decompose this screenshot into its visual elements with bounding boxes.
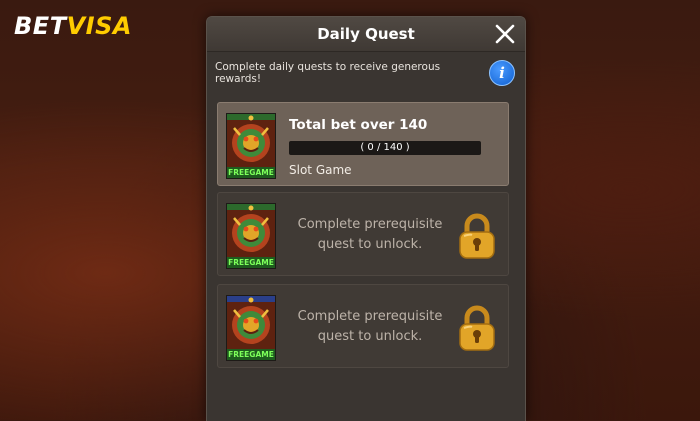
daily-quest-dialog: Daily Quest Complete daily quests to rec… bbox=[206, 16, 526, 421]
info-icon: i bbox=[499, 64, 505, 82]
dialog-title: Daily Quest bbox=[317, 25, 415, 43]
info-button[interactable]: i bbox=[489, 60, 515, 86]
description-row: Complete daily quests to receive generou… bbox=[207, 52, 525, 102]
close-icon bbox=[495, 24, 515, 44]
quest-title: Total bet over 140 bbox=[289, 117, 428, 133]
logo-part-visa: VISA bbox=[66, 12, 132, 40]
quest-category: Slot Game bbox=[289, 163, 352, 177]
logo-part-bet: BET bbox=[14, 12, 67, 40]
freegame-badge: FREEGAME bbox=[227, 167, 275, 178]
quest-card-locked[interactable]: FREEGAME Complete prerequisite quest to … bbox=[217, 284, 509, 368]
quest-progress-text: ( 0 / 140 ) bbox=[360, 142, 410, 153]
freegame-badge: FREEGAME bbox=[227, 349, 275, 360]
dragon-slot-icon bbox=[227, 296, 275, 349]
betvisa-logo: BETVISA bbox=[14, 14, 132, 38]
quest-thumbnail: FREEGAME bbox=[226, 203, 276, 269]
close-button[interactable] bbox=[495, 23, 515, 45]
dialog-header: Daily Quest bbox=[207, 17, 525, 52]
quest-progress-bar: ( 0 / 140 ) bbox=[289, 141, 481, 155]
locked-message: Complete prerequisite quest to unlock. bbox=[297, 309, 443, 344]
lock-icon bbox=[459, 305, 495, 351]
quest-card-active[interactable]: FREEGAME Total bet over 140 ( 0 / 140 ) … bbox=[217, 102, 509, 186]
freegame-badge: FREEGAME bbox=[227, 257, 275, 268]
dragon-slot-icon bbox=[227, 114, 275, 167]
locked-message: Complete prerequisite quest to unlock. bbox=[297, 217, 443, 252]
quest-card-locked[interactable]: FREEGAME Complete prerequisite quest to … bbox=[217, 192, 509, 276]
lock-icon bbox=[459, 213, 495, 259]
dragon-slot-icon bbox=[227, 204, 275, 257]
dialog-description: Complete daily quests to receive generou… bbox=[215, 61, 441, 85]
quest-thumbnail: FREEGAME bbox=[226, 113, 276, 179]
quest-thumbnail: FREEGAME bbox=[226, 295, 276, 361]
